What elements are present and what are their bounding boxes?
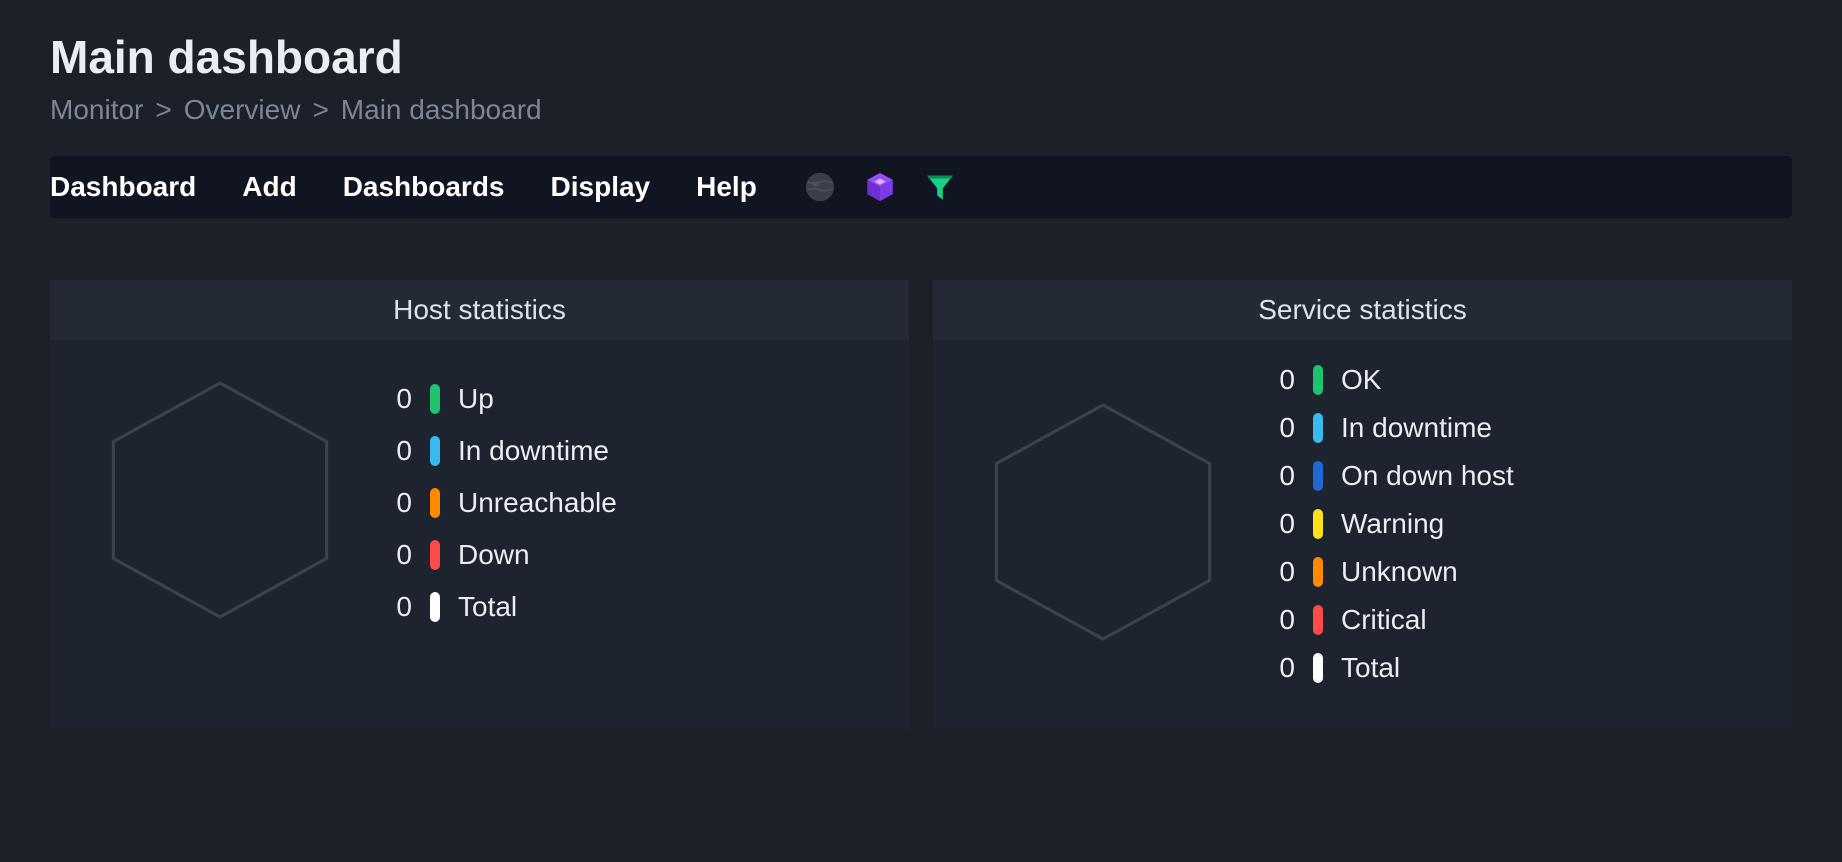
host-down-count: 0 <box>390 539 412 571</box>
host-unreachable-label: Unreachable <box>458 487 617 519</box>
service-unknown-label: Unknown <box>1341 556 1458 588</box>
service-legend-warning[interactable]: 0 Warning <box>1273 508 1514 540</box>
service-legend-downtime[interactable]: 0 In downtime <box>1273 412 1514 444</box>
menu-display[interactable]: Display <box>551 171 651 203</box>
status-swatch <box>430 540 440 570</box>
globe-icon[interactable] <box>803 170 837 204</box>
status-swatch <box>430 436 440 466</box>
service-total-count: 0 <box>1273 652 1295 684</box>
service-critical-label: Critical <box>1341 604 1427 636</box>
service-ok-label: OK <box>1341 364 1381 396</box>
status-swatch <box>1313 509 1323 539</box>
host-legend-unreachable[interactable]: 0 Unreachable <box>390 487 617 519</box>
host-downtime-count: 0 <box>390 435 412 467</box>
breadcrumb-current: Main dashboard <box>341 94 542 126</box>
host-up-label: Up <box>458 383 494 415</box>
host-legend-down[interactable]: 0 Down <box>390 539 617 571</box>
service-hexagon-chart <box>973 392 1233 657</box>
host-legend: 0 Up 0 In downtime 0 Unreachable <box>390 383 617 623</box>
cube-icon[interactable] <box>863 170 897 204</box>
host-up-count: 0 <box>390 383 412 415</box>
service-legend-ok[interactable]: 0 OK <box>1273 364 1514 396</box>
service-statistics-title: Service statistics <box>933 280 1792 340</box>
service-legend-critical[interactable]: 0 Critical <box>1273 604 1514 636</box>
menu-dashboard[interactable]: Dashboard <box>50 171 196 203</box>
host-total-count: 0 <box>390 591 412 623</box>
host-statistics-panel: Host statistics 0 Up 0 I <box>50 280 909 730</box>
service-unknown-count: 0 <box>1273 556 1295 588</box>
breadcrumb: Monitor > Overview > Main dashboard <box>50 94 1792 126</box>
menu-dashboards[interactable]: Dashboards <box>343 171 505 203</box>
service-legend-total[interactable]: 0 Total <box>1273 652 1514 684</box>
service-downtime-count: 0 <box>1273 412 1295 444</box>
host-downtime-label: In downtime <box>458 435 609 467</box>
status-swatch <box>430 592 440 622</box>
service-statistics-panel: Service statistics 0 OK 0 <box>933 280 1792 730</box>
service-legend-unknown[interactable]: 0 Unknown <box>1273 556 1514 588</box>
host-hexagon-chart <box>90 370 350 635</box>
page-title: Main dashboard <box>50 30 1792 84</box>
service-critical-count: 0 <box>1273 604 1295 636</box>
host-legend-total[interactable]: 0 Total <box>390 591 617 623</box>
service-legend-ondownhost[interactable]: 0 On down host <box>1273 460 1514 492</box>
chevron-right-icon: > <box>155 94 171 126</box>
host-unreachable-count: 0 <box>390 487 412 519</box>
service-downtime-label: In downtime <box>1341 412 1492 444</box>
breadcrumb-overview[interactable]: Overview <box>184 94 301 126</box>
service-legend: 0 OK 0 In downtime 0 On down host <box>1273 364 1514 684</box>
host-total-label: Total <box>458 591 517 623</box>
status-swatch <box>1313 557 1323 587</box>
host-down-label: Down <box>458 539 530 571</box>
status-swatch <box>1313 461 1323 491</box>
service-ondownhost-count: 0 <box>1273 460 1295 492</box>
service-ok-count: 0 <box>1273 364 1295 396</box>
toolbar: Dashboard Add Dashboards Display Help <box>50 156 1792 218</box>
chevron-right-icon: > <box>312 94 328 126</box>
status-swatch <box>1313 653 1323 683</box>
service-total-label: Total <box>1341 652 1400 684</box>
status-swatch <box>1313 365 1323 395</box>
filter-icon[interactable] <box>923 170 957 204</box>
status-swatch <box>1313 605 1323 635</box>
host-statistics-title: Host statistics <box>50 280 909 340</box>
host-legend-downtime[interactable]: 0 In downtime <box>390 435 617 467</box>
host-legend-up[interactable]: 0 Up <box>390 383 617 415</box>
status-swatch <box>1313 413 1323 443</box>
status-swatch <box>430 384 440 414</box>
dashboard-content: Host statistics 0 Up 0 I <box>50 280 1792 730</box>
breadcrumb-monitor[interactable]: Monitor <box>50 94 143 126</box>
menu-add[interactable]: Add <box>242 171 296 203</box>
service-warning-count: 0 <box>1273 508 1295 540</box>
menu-help[interactable]: Help <box>696 171 757 203</box>
status-swatch <box>430 488 440 518</box>
service-warning-label: Warning <box>1341 508 1444 540</box>
service-ondownhost-label: On down host <box>1341 460 1514 492</box>
